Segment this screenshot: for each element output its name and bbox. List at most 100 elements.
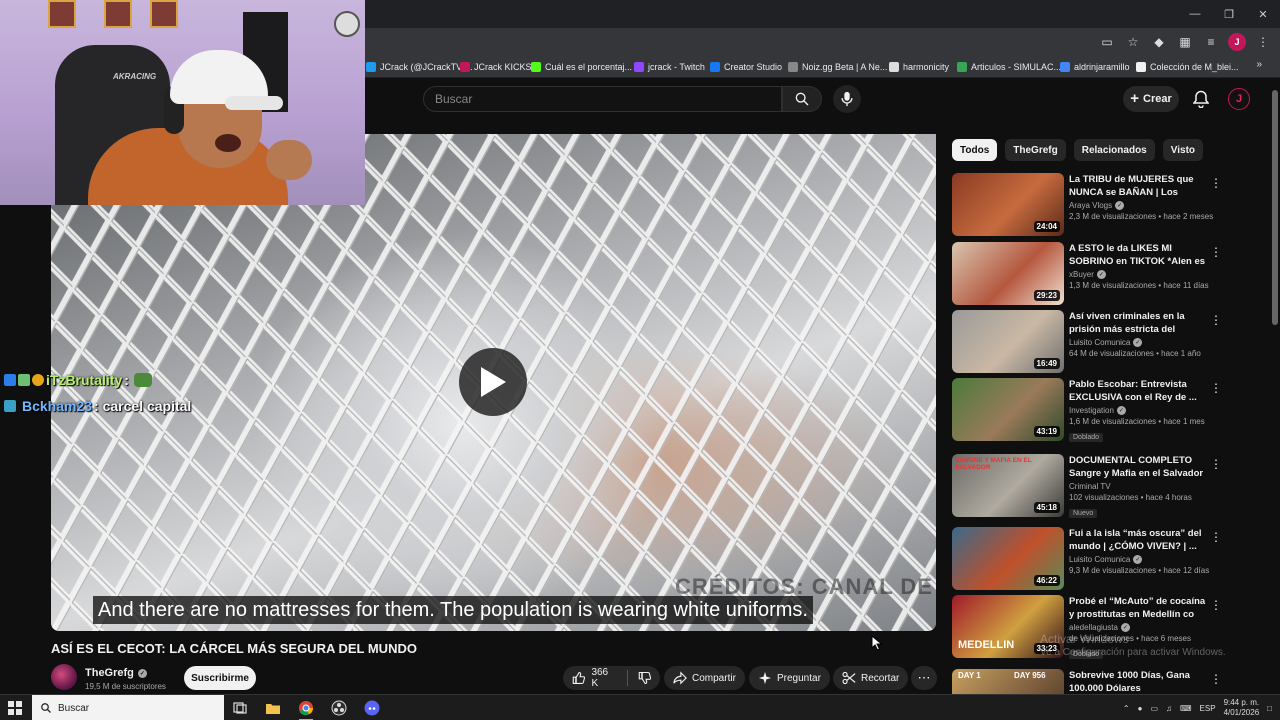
recommendation-channel[interactable]: Luisito Comunica ✓ <box>1069 555 1209 564</box>
language-indicator[interactable]: ESP <box>1200 704 1216 713</box>
account-avatar[interactable]: J <box>1228 88 1250 110</box>
chip-thegrefg[interactable]: TheGrefg <box>1005 139 1066 161</box>
recommendation-item[interactable]: 24:04 La TRIBU de MUJERES que NUNCA se BA… <box>952 173 1264 237</box>
media-controls-icon[interactable]: ≡ <box>1202 33 1220 51</box>
taskbar-clock[interactable]: 9:44 p. m. 4/01/2026 <box>1224 698 1260 718</box>
thumbnail-text: DAY 1 <box>958 671 981 680</box>
recommendation-item[interactable]: 46:22 Fui a la isla “más oscura” del mund… <box>952 527 1264 591</box>
more-vertical-icon[interactable]: ⋮ <box>1210 312 1222 328</box>
recommendation-title[interactable]: Pablo Escobar: Entrevista EXCLUSIVA con … <box>1069 378 1209 404</box>
recommendation-thumbnail[interactable]: 16:49 <box>952 310 1064 373</box>
like-button[interactable]: 366 K <box>572 667 617 689</box>
install-app-icon[interactable]: ▭ <box>1098 33 1116 51</box>
tray-keyboard-icon[interactable]: ⌨ <box>1180 704 1192 713</box>
more-vertical-icon[interactable]: ⋮ <box>1210 456 1222 472</box>
recommendation-channel[interactable]: Criminal TV <box>1069 482 1209 491</box>
recommendation-stats: 64 M de visualizaciones • hace 1 año <box>1069 349 1201 358</box>
close-window-button[interactable]: ✕ <box>1246 0 1280 28</box>
search-button[interactable] <box>782 86 822 112</box>
task-view-icon[interactable] <box>230 698 250 718</box>
recommendation-title[interactable]: Fui a la isla “más oscura” del mundo | ¿… <box>1069 527 1209 553</box>
recommendation-title[interactable]: DOCUMENTAL COMPLETO Sangre y Mafia en el… <box>1069 454 1209 480</box>
recommendation-thumbnail[interactable]: SANGRE Y MAFIA EN EL SALVADOR 45:18 <box>952 454 1064 517</box>
ask-button[interactable]: Preguntar <box>749 666 830 690</box>
verified-icon: ✓ <box>1115 201 1125 210</box>
recommendation-channel[interactable]: Araya Vlogs ✓ <box>1069 201 1209 210</box>
recommendation-item[interactable]: 16:49 Así viven criminales en la prisión … <box>952 310 1264 374</box>
play-button[interactable] <box>459 348 527 416</box>
file-explorer-icon[interactable] <box>263 698 283 718</box>
discord-taskbar-icon[interactable] <box>362 698 382 718</box>
channel-avatar[interactable] <box>51 664 77 690</box>
windows-start-icon[interactable] <box>8 701 22 715</box>
bookmark-item[interactable]: aldrinjaramillo <box>1060 59 1130 75</box>
tray-overflow-icon[interactable]: ⌃ <box>1123 704 1130 713</box>
bookmark-item[interactable]: JCrack (@JCrackTV)... <box>366 59 473 75</box>
chip-visto[interactable]: Visto <box>1162 139 1204 161</box>
recommendation-item[interactable]: SANGRE Y MAFIA EN EL SALVADOR 45:18 DOCUME… <box>952 454 1264 518</box>
recommendation-channel[interactable]: aledellagiusta ✓ <box>1069 623 1209 632</box>
chip-relacionados[interactable]: Relacionados <box>1073 139 1155 161</box>
more-vertical-icon[interactable]: ⋮ <box>1210 529 1222 545</box>
bookmark-favicon-icon <box>788 62 798 72</box>
subscribe-button[interactable]: Suscribirme <box>184 666 256 690</box>
page-scrollbar[interactable] <box>1272 90 1278 325</box>
recommendation-thumbnail[interactable]: 43:19 <box>952 378 1064 441</box>
voice-search-button[interactable] <box>833 85 861 113</box>
extensions-puzzle-icon[interactable]: ▦ <box>1176 33 1194 51</box>
recommendation-item[interactable]: 43:19 Pablo Escobar: Entrevista EXCLUSIVA… <box>952 378 1264 442</box>
recommendation-thumbnail[interactable]: 46:22 <box>952 527 1064 590</box>
bookmark-item[interactable]: jcrack - Twitch <box>634 59 705 75</box>
bookmark-item[interactable]: Colección de M_blei... <box>1136 59 1239 75</box>
thumbs-down-icon[interactable] <box>638 671 652 685</box>
bookmark-star-icon[interactable]: ☆ <box>1124 33 1142 51</box>
more-vertical-icon[interactable]: ⋮ <box>1210 597 1222 613</box>
recommendation-channel[interactable]: Luisito Comunica ✓ <box>1069 338 1209 347</box>
recommendation-title[interactable]: Sobrevive 1000 Días, Gana 100.000 Dólare… <box>1069 669 1209 695</box>
restore-button[interactable]: ❐ <box>1212 0 1246 28</box>
obs-taskbar-icon[interactable] <box>329 698 349 718</box>
chip-todos[interactable]: Todos <box>952 139 998 161</box>
recommendation-title[interactable]: A ESTO le da LIKES MI SOBRINO en TIKTOK … <box>1069 242 1209 268</box>
recommendation-title[interactable]: Probé el “McAuto” de cocaína y prostitut… <box>1069 595 1209 621</box>
share-button[interactable]: Compartir <box>664 666 745 690</box>
chrome-menu-icon[interactable]: ⋮ <box>1254 33 1272 51</box>
recommendation-item[interactable]: 29:23 A ESTO le da LIKES MI SOBRINO en TI… <box>952 242 1264 306</box>
chrome-taskbar-icon[interactable] <box>296 698 316 720</box>
more-vertical-icon[interactable]: ⋮ <box>1210 175 1222 191</box>
create-button[interactable]: + Crear <box>1123 86 1179 112</box>
clip-button[interactable]: Recortar <box>833 666 909 690</box>
tray-mic-icon[interactable]: ● <box>1138 704 1143 713</box>
bookmark-item[interactable]: harmonicity <box>889 59 949 75</box>
tray-speaker-icon[interactable]: ♫ <box>1166 704 1172 713</box>
video-duration: 45:18 <box>1033 502 1060 513</box>
recommendation-channel[interactable]: Investigation ✓ <box>1069 406 1209 415</box>
more-vertical-icon[interactable]: ⋮ <box>1210 380 1222 396</box>
recommendation-title[interactable]: La TRIBU de MUJERES que NUNCA se BAÑAN |… <box>1069 173 1209 199</box>
video-player[interactable]: CRÉDITOS: CANAL DE NICK SHIRLEY And ther… <box>51 134 936 631</box>
bookmarks-overflow-icon[interactable]: » <box>1256 59 1262 70</box>
notification-center-icon[interactable]: □ <box>1267 704 1272 713</box>
taskbar-search[interactable]: Buscar <box>32 695 224 720</box>
search-input[interactable] <box>424 87 781 111</box>
bookmark-item[interactable]: Articulos - SIMULAC... <box>957 59 1061 75</box>
minimize-button[interactable]: — <box>1178 0 1212 28</box>
channel-name[interactable]: TheGrefg ✓ <box>85 667 147 679</box>
bookmark-item[interactable]: Cuál es el porcentaj... <box>531 59 632 75</box>
recommendation-title[interactable]: Así viven criminales en la prisión más e… <box>1069 310 1209 336</box>
bookmark-item[interactable]: Noiz.gg Beta | A Ne... <box>788 59 887 75</box>
bookmark-item[interactable]: Creator Studio <box>710 59 782 75</box>
extension-icon[interactable]: ◆ <box>1150 33 1168 51</box>
bookmark-favicon-icon <box>1060 62 1070 72</box>
recommendation-stats: 2,3 M de visualizaciones • hace 2 meses <box>1069 212 1214 221</box>
profile-avatar-icon[interactable]: J <box>1228 33 1246 51</box>
more-actions-button[interactable]: ⋯ <box>911 666 937 690</box>
recommendation-thumbnail[interactable]: 29:23 <box>952 242 1064 305</box>
notifications-button[interactable] <box>1190 88 1212 110</box>
more-vertical-icon[interactable]: ⋮ <box>1210 671 1222 687</box>
recommendation-thumbnail[interactable]: 24:04 <box>952 173 1064 236</box>
more-vertical-icon[interactable]: ⋮ <box>1210 244 1222 260</box>
tray-network-icon[interactable]: ▭ <box>1150 704 1158 713</box>
recommendation-channel[interactable]: xBuyer ✓ <box>1069 270 1209 279</box>
bookmark-item[interactable]: JCrack KICKS <box>460 59 532 75</box>
